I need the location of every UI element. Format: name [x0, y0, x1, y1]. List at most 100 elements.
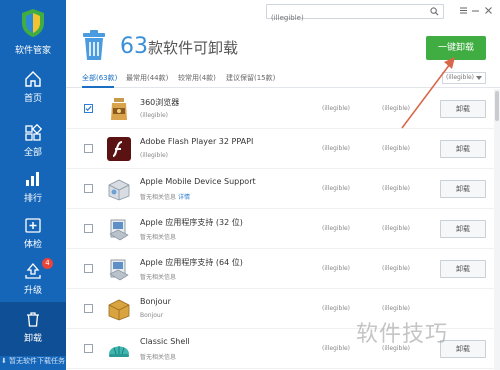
- app-size: (illegible): [322, 345, 351, 352]
- app-size: (illegible): [322, 265, 351, 272]
- uninstallable-count: 63: [120, 34, 148, 59]
- uninstall-header: 63款软件可卸载 一键卸载: [66, 22, 500, 70]
- uninstall-button[interactable]: 卸载: [440, 260, 486, 278]
- app-last-used: (illegible): [382, 265, 411, 272]
- trash-icon: [27, 312, 39, 327]
- list-item: Apple Mobile Device Support 暂无相关信息 详情 (il…: [66, 169, 494, 209]
- uninstall-button[interactable]: 卸载: [440, 180, 486, 198]
- list-item: Adobe Flash Player 32 PPAPI (illegible) …: [66, 129, 494, 169]
- bonjour-icon: [108, 299, 130, 321]
- details-link[interactable]: 详情: [178, 194, 190, 201]
- tab-all[interactable]: 全部(63款): [82, 73, 117, 83]
- shield-logo-icon: [22, 9, 44, 37]
- app-last-used: (illegible): [382, 145, 411, 152]
- sidebar: 软件管家 首页 全部 排行 体检 升级 4 卸载 ⬇ 暂无软件下载任务: [0, 0, 66, 370]
- app-description: (illegible): [140, 112, 169, 119]
- list-item: 360浏览器 (illegible) (illegible) (illegibl…: [66, 89, 494, 129]
- app-size: (illegible): [322, 105, 351, 112]
- nav-home-label: 首页: [23, 94, 42, 104]
- app-last-used: (illegible): [382, 225, 411, 232]
- app-size: (illegible): [322, 305, 351, 312]
- nav-uninstall-label: 卸载: [23, 334, 42, 344]
- app-last-used: (illegible): [382, 185, 411, 192]
- app-name: 软件管家: [14, 46, 51, 56]
- row-checkbox[interactable]: [84, 104, 93, 113]
- nav-home[interactable]: 首页: [0, 62, 66, 116]
- app-size: (illegible): [322, 225, 351, 232]
- row-checkbox[interactable]: [84, 264, 93, 273]
- shell-icon: [109, 346, 129, 357]
- app-name: Apple Mobile Device Support: [140, 177, 256, 186]
- installer-box-icon: [108, 179, 130, 201]
- big-trash-icon: [83, 30, 105, 60]
- list-item: Apple 应用程序支持 (64 位) 暂无相关信息 (illegible) (…: [66, 249, 494, 289]
- nav-uninstall[interactable]: 卸载: [0, 302, 66, 356]
- app-size: (illegible): [322, 145, 351, 152]
- row-checkbox[interactable]: [84, 224, 93, 233]
- watermark-text: 软件技巧: [356, 322, 449, 347]
- app-name: Classic Shell: [140, 337, 190, 346]
- app-description: 暂无相关信息: [140, 274, 177, 281]
- sort-selected: (illegible): [446, 74, 475, 81]
- menu-icon[interactable]: [458, 5, 469, 16]
- chevron-down-icon: [476, 76, 482, 80]
- installer-icon: [109, 259, 129, 281]
- sort-dropdown[interactable]: (illegible): [442, 72, 486, 84]
- app-description: Bonjour: [140, 312, 164, 319]
- nav-ranking-label: 排行: [23, 194, 42, 204]
- row-checkbox[interactable]: [84, 144, 93, 153]
- uninstallable-count-title: 63款软件可卸载: [120, 34, 238, 59]
- one-click-uninstall-button[interactable]: 一键卸载: [426, 36, 486, 60]
- uninstall-button[interactable]: 卸载: [440, 100, 486, 118]
- uninstall-button[interactable]: 卸载: [440, 220, 486, 238]
- flash-icon: [107, 137, 131, 161]
- app-name: Apple 应用程序支持 (64 位): [140, 258, 243, 267]
- download-arrow-icon: ⬇: [0, 357, 7, 365]
- tab-often-used[interactable]: 较常用(4款): [178, 73, 216, 83]
- filter-tabs: 全部(63款) 最常用(44款) 较常用(4款) 建议保留(15款) (ille…: [66, 70, 500, 88]
- app-logo: 软件管家: [0, 8, 66, 56]
- row-checkbox[interactable]: [84, 184, 93, 193]
- app-name: Apple 应用程序支持 (32 位): [140, 218, 243, 227]
- app-name: Bonjour: [140, 297, 171, 306]
- installer-icon: [109, 219, 129, 241]
- app-name: Adobe Flash Player 32 PPAPI: [140, 137, 254, 146]
- uninstallable-count-text: 款软件可卸载: [148, 39, 239, 57]
- app-description: (illegible): [140, 152, 169, 159]
- nav-checkup-label: 体检: [23, 240, 42, 250]
- app-last-used: (illegible): [382, 105, 411, 112]
- minimize-icon[interactable]: [470, 5, 481, 16]
- title-bar: [66, 0, 500, 25]
- scrollbar-thumb[interactable]: [495, 91, 499, 121]
- app-description: 暂无相关信息: [140, 354, 177, 361]
- tab-keep[interactable]: 建议保留(15款): [226, 73, 275, 83]
- active-tab-indicator: [82, 86, 114, 88]
- search-box[interactable]: [266, 4, 444, 25]
- nav-upgrade-label: 升级: [23, 286, 42, 296]
- app-description: 暂无相关信息: [140, 234, 177, 241]
- nav-upgrade[interactable]: 升级 4: [0, 254, 66, 308]
- app-name: 360浏览器: [140, 98, 180, 107]
- close-icon[interactable]: [483, 5, 494, 16]
- row-checkbox[interactable]: [84, 304, 93, 313]
- check-icon: [85, 105, 92, 112]
- checkup-icon: [25, 218, 41, 233]
- uninstall-button[interactable]: 卸载: [440, 140, 486, 158]
- app-size: (illegible): [322, 185, 351, 192]
- app-last-used: (illegible): [382, 305, 411, 312]
- browser-icon: [111, 98, 127, 120]
- list-scrollbar[interactable]: [494, 89, 500, 370]
- nav-all-label: 全部: [23, 148, 42, 158]
- row-checkbox[interactable]: [84, 344, 93, 353]
- list-item: Apple 应用程序支持 (32 位) 暂无相关信息 (illegible) (…: [66, 209, 494, 249]
- upgrade-count-badge: 4: [42, 258, 53, 269]
- search-icon[interactable]: [430, 7, 439, 16]
- tab-most-used[interactable]: 最常用(44款): [126, 73, 168, 83]
- download-status-text[interactable]: ⬇ 暂无软件下载任务: [0, 356, 66, 366]
- home-icon: [25, 71, 41, 87]
- grid-icon: [25, 124, 42, 141]
- app-window: 软件管家 首页 全部 排行 体检 升级 4 卸载 ⬇ 暂无软件下载任务 (ill…: [0, 0, 500, 370]
- upgrade-icon: [25, 262, 41, 279]
- app-description: 暂无相关信息 详情: [140, 194, 191, 201]
- ranking-icon: [26, 172, 39, 186]
